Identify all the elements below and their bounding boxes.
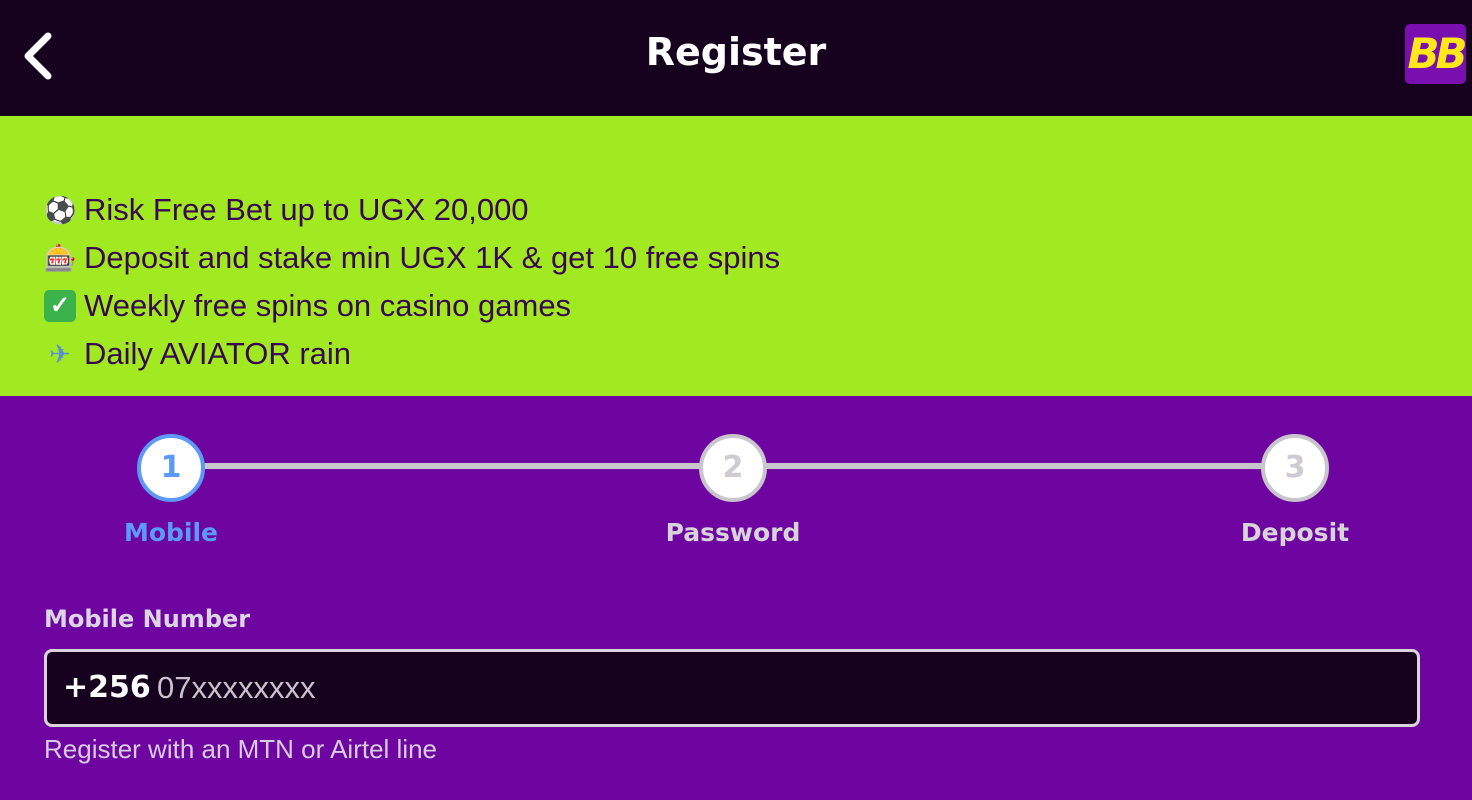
check-mark-icon: ✓: [44, 290, 76, 322]
page-title: Register: [645, 30, 827, 74]
promo-text: Risk Free Bet up to UGX 20,000: [84, 192, 529, 227]
promo-text: Weekly free spins on casino games: [84, 288, 572, 323]
step-3-circle[interactable]: 3: [1261, 434, 1329, 502]
promo-item: ✈ Daily AVIATOR rain: [44, 330, 780, 378]
slot-machine-icon: 🎰: [44, 243, 77, 273]
registration-stepper: 1 2 3 Mobile Password Deposit: [0, 396, 1472, 566]
step-connector: [204, 463, 700, 469]
mobile-number-input[interactable]: [157, 652, 1397, 724]
brand-logo[interactable]: BB: [1405, 24, 1468, 84]
step-2-circle[interactable]: 2: [699, 434, 767, 502]
promo-banner: ⚽ Risk Free Bet up to UGX 20,000 🎰 Depos…: [0, 116, 1472, 396]
promo-text: Deposit and stake min UGX 1K & get 10 fr…: [84, 240, 781, 275]
step-1-label: Mobile: [123, 518, 219, 547]
airplane-icon: ✈: [49, 339, 71, 369]
step-2-label: Password: [665, 518, 801, 547]
header: Register BB: [0, 0, 1472, 116]
step-connector: [766, 463, 1262, 469]
mobile-helper-text: Register with an MTN or Airtel line: [44, 734, 438, 764]
promo-list: ⚽ Risk Free Bet up to UGX 20,000 🎰 Depos…: [44, 186, 780, 378]
promo-item: 🎰 Deposit and stake min UGX 1K & get 10 …: [44, 234, 780, 282]
step-3-label: Deposit: [1240, 518, 1350, 547]
soccer-ball-icon: ⚽: [44, 195, 77, 225]
promo-item: ⚽ Risk Free Bet up to UGX 20,000: [44, 186, 780, 234]
step-1-circle[interactable]: 1: [137, 434, 205, 502]
promo-item: ✓ Weekly free spins on casino games: [44, 282, 780, 330]
country-code-prefix: +256: [63, 670, 151, 705]
promo-text: Daily AVIATOR rain: [84, 336, 352, 371]
mobile-number-field[interactable]: +256: [44, 649, 1420, 727]
mobile-number-label: Mobile Number: [44, 605, 251, 633]
